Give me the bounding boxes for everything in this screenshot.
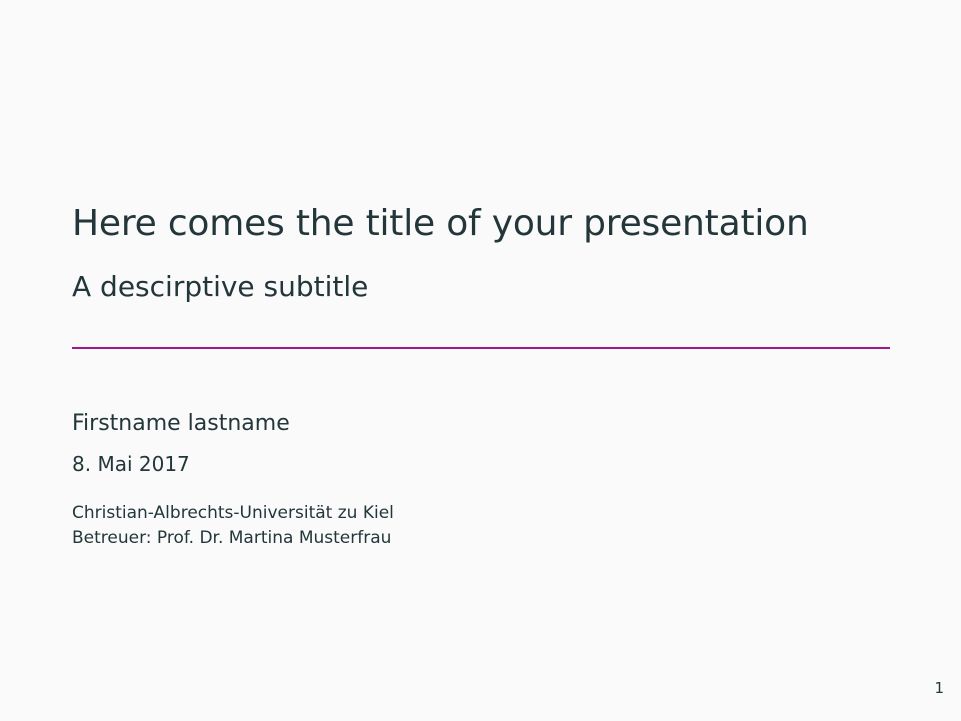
institute-block: Christian-Albrechts-Universität zu Kiel … bbox=[72, 501, 394, 551]
institute-university: Christian-Albrechts-Universität zu Kiel bbox=[72, 503, 394, 523]
author-name: Firstname lastname bbox=[72, 411, 290, 436]
presentation-title: Here comes the title of your presentatio… bbox=[72, 203, 809, 244]
presentation-date: 8. Mai 2017 bbox=[72, 452, 190, 476]
page-number: 1 bbox=[934, 679, 944, 697]
title-slide: Here comes the title of your presentatio… bbox=[0, 0, 961, 721]
institute-supervisor: Betreuer: Prof. Dr. Martina Musterfrau bbox=[72, 528, 392, 548]
title-separator-rule bbox=[72, 347, 890, 349]
presentation-subtitle: A descirptive subtitle bbox=[72, 270, 369, 303]
